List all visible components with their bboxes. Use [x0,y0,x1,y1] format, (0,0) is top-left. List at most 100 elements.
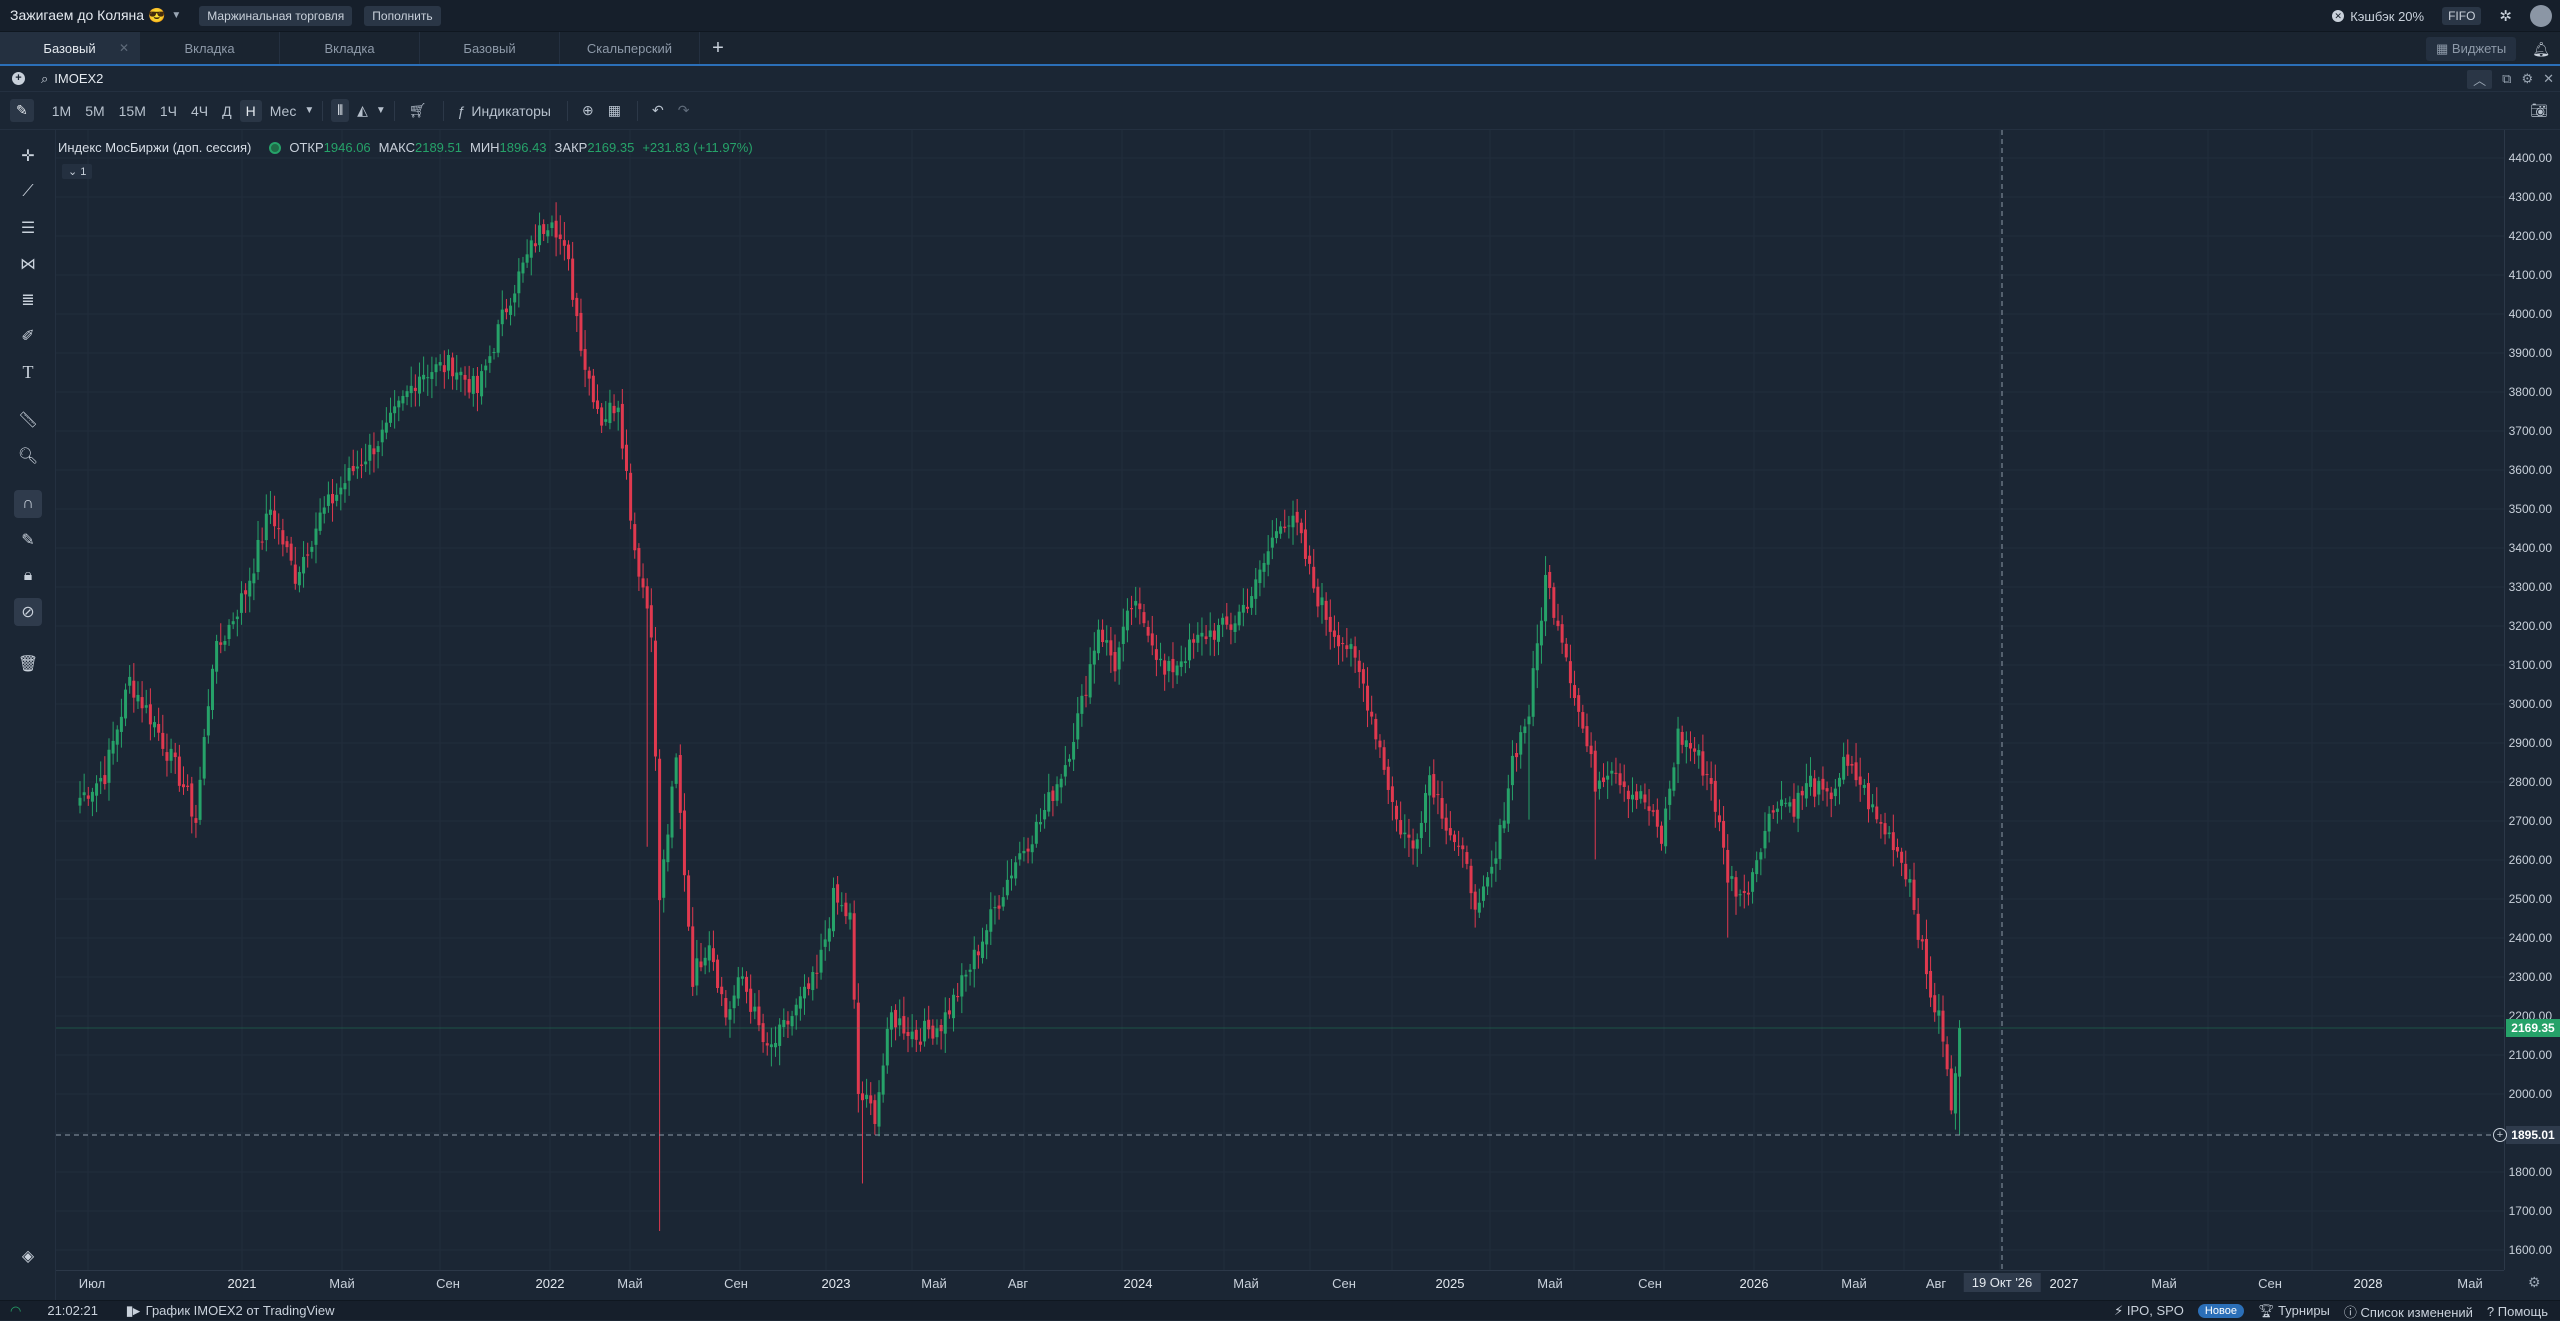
account-switcher[interactable]: Зажигаем до Коляна 😎 ▼ [0,7,181,24]
camera-icon[interactable]: 📷︎ [2530,102,2548,119]
time-axis[interactable]: Июл 2021 Май Сен 2022 Май Сен 2023 Май Авг 2024 Май… [56,1270,2541,1294]
candle-body [231,621,235,625]
hide-drawings-icon[interactable]: ⊘ [14,598,42,626]
timeframe-month[interactable]: Мес [264,100,303,122]
help-link[interactable]: ? Помощь [2487,1304,2548,1319]
candle-body [1651,810,1655,812]
candle-body [1659,825,1663,844]
price-tick: 4400.00 [2508,151,2552,165]
candlestick-chart[interactable] [56,130,2504,1270]
timeframe-1h[interactable]: 1Ч [154,100,183,122]
collapse-legend-button[interactable]: ⌄ 1 [62,164,93,179]
deposit-button[interactable]: Пополнить [364,5,441,26]
pencil-icon[interactable]: ✎ [10,99,34,122]
chart-toolbar: ✎ 1М 5М 15М 1Ч 4Ч Д Н Мес ▼ ⫴ ◭ ▼ 🛒︎ ƒ И… [0,92,2560,130]
zoom-icon[interactable]: 🔍︎ [14,442,42,470]
gear-icon[interactable]: ⚙ [2521,71,2533,87]
tab-4[interactable]: Базовый [420,32,560,64]
brush-icon[interactable]: ✐ [14,322,42,350]
candle-body [268,509,272,515]
timeframe-4h[interactable]: 4Ч [185,100,214,122]
timeframe-5m[interactable]: 5М [79,100,110,122]
timeframe-15m[interactable]: 15М [113,100,152,122]
tab-1[interactable]: Базовый ✕ [0,32,140,64]
time-tick: Май [2457,1276,2483,1291]
trash-icon[interactable]: 🗑︎ [14,650,42,678]
stay-drawing-icon[interactable]: ✎ [14,526,42,554]
add-alert-icon[interactable]: + [2493,1127,2507,1142]
ruler-icon[interactable]: 📏︎ [14,406,42,434]
widgets-button[interactable]: ▦ Виджеты [2425,37,2517,61]
candle-body [198,779,202,820]
candle-body [1759,852,1763,860]
candle-body [289,543,293,561]
margin-trading-button[interactable]: Маржинальная торговля [199,5,353,26]
timeframe-1m[interactable]: 1М [46,100,77,122]
candle-body [1138,603,1142,610]
chevron-down-icon[interactable]: ▼ [376,105,386,116]
candles-icon[interactable]: ⫴ [331,99,350,122]
indicators-button[interactable]: ƒ Индикаторы [452,100,557,122]
close-icon[interactable]: ✕ [2543,71,2554,87]
candle-body [215,640,219,672]
low-label: МИН [469,140,500,155]
candle-body [1883,823,1887,835]
chevron-down-icon[interactable]: ▼ [304,105,314,116]
lock-icon[interactable]: 🔒︎ [14,562,42,590]
cart-icon[interactable]: 🛒︎ [403,99,433,122]
crosshair-icon[interactable]: ✛ [14,142,42,170]
bell-icon[interactable]: 🔔︎ [2532,41,2550,58]
tournaments-link[interactable]: 🏆︎ Турниры [2258,1303,2330,1319]
candle-body [844,902,848,917]
timeframe-week[interactable]: Н [239,99,262,122]
tab-3[interactable]: Вкладка [280,32,420,64]
layout-grid-icon[interactable]: ▦ [602,99,627,122]
changelog-link[interactable]: ⓘ Список изменений [2344,1302,2473,1321]
redo-icon[interactable]: ↷ [672,99,696,122]
price-tick: 3900.00 [2508,346,2552,360]
ticker-input[interactable]: IMOEX2 [54,71,103,86]
fib-levels-icon[interactable]: ≣ [14,286,42,314]
candle-body [1589,745,1593,755]
tab-5[interactable]: Скальперский [560,32,700,64]
candle-body [562,240,566,246]
pitchfork-icon[interactable]: ⋈ [14,250,42,278]
link-icon[interactable]: ⧉ [2502,71,2511,87]
candle-body [1266,551,1270,565]
change-value: +231.83 (+11.97%) [642,140,753,155]
add-compare-icon[interactable]: ⊕ [576,99,600,122]
tab-2[interactable]: Вкладка [140,32,280,64]
horizontal-lines-icon[interactable]: ☰ [14,214,42,242]
collapse-icon[interactable]: ︿ [2467,69,2493,89]
add-circle-icon[interactable]: + [12,72,25,85]
price-axis[interactable]: 1600.001700.001800.001900.002000.002100.… [2493,130,2560,1270]
trend-line-icon[interactable]: ⟋ [14,178,42,206]
candle-body [1577,695,1581,712]
avatar[interactable] [2530,5,2552,27]
magnet-icon[interactable]: ∩ [14,490,42,518]
price-chart[interactable] [56,130,2504,1270]
candle-body [658,758,662,901]
candle-body [1183,661,1187,664]
candle-body [1142,612,1146,624]
axis-settings-icon[interactable]: ⚙ [2528,1274,2541,1291]
status-bar: ◠ 21:02:21 ▮▸ График IMOEX2 от TradingVi… [0,1300,2560,1320]
layers-icon[interactable]: ◈ [14,1242,42,1270]
candle-body [438,362,442,366]
candle-body [1113,651,1117,672]
candle-body [1751,872,1755,892]
close-icon[interactable]: ✕ [119,41,129,55]
text-icon[interactable]: T [14,358,42,386]
settings-icon[interactable]: ✲ [2499,7,2512,25]
area-chart-icon[interactable]: ◭ [351,99,374,122]
timeframe-day[interactable]: Д [216,100,237,122]
chart-credit-link[interactable]: График IMOEX2 от TradingView [146,1303,335,1318]
price-tick: 3500.00 [2508,502,2552,516]
ipo-link[interactable]: ⚡︎ IPO, SPO [2114,1303,2184,1319]
search-icon[interactable]: ⌕ [41,71,48,87]
fifo-badge[interactable]: FIFO [2442,7,2482,25]
undo-icon[interactable]: ↶ [646,99,670,122]
cashback-badge[interactable]: ✕ Кэшбэк 20% [2332,9,2424,24]
candle-body [1610,770,1614,774]
add-tab-button[interactable]: + [700,32,736,64]
